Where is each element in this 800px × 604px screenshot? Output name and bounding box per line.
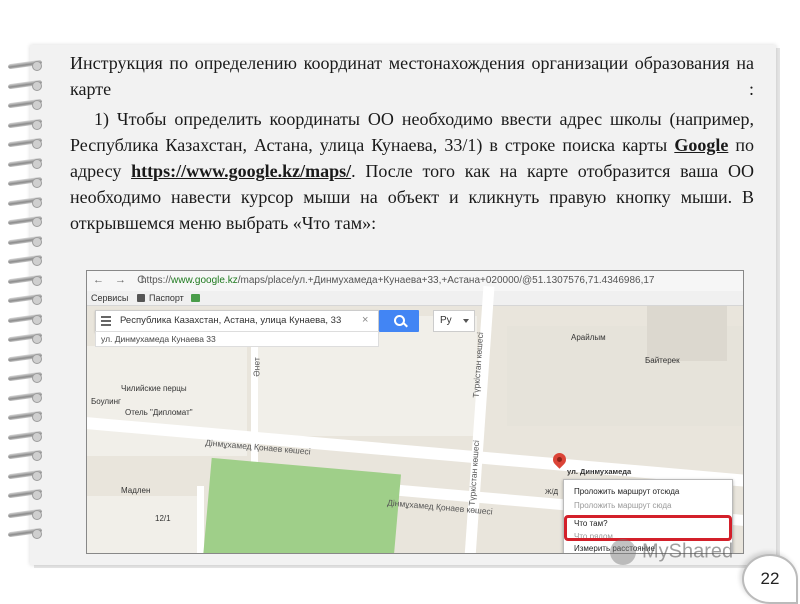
binding-ring [7,508,44,520]
url-prefix: https:// [141,275,172,286]
map-search-button[interactable] [379,310,419,332]
map-search-input[interactable]: Республика Казахстан, Астана, улица Куна… [120,315,341,326]
park-area [203,457,401,553]
binding-ring [7,235,44,247]
poi-madlen[interactable]: Мадлен [121,486,150,495]
instruction-paragraph: 1) Чтобы определить координаты ОО необхо… [70,106,754,236]
binding-ring [7,449,44,461]
poi-baiterek[interactable]: Байтерек [645,356,680,365]
address-suggestion-text: ул. Динмухамеда Кунаева 33 [101,334,216,344]
bookmarks-bar: Сервисы Паспорт [87,291,743,306]
bookmark-passport[interactable]: Паспорт [149,293,184,303]
url-path: /maps/place/ул.+Динмухамеда+Кунаева+33,+… [237,275,655,286]
building-number: 12/1 [155,514,171,523]
binding-ring [7,293,44,305]
binding-ring [7,430,44,442]
bookmark-services[interactable]: Сервисы [91,293,128,303]
hamburger-menu-icon[interactable] [101,314,111,328]
language-value: Ру [440,315,452,326]
building [647,306,727,361]
pin-label: ул. Динмухамеда [567,467,632,476]
watermark: MyShared [610,539,733,569]
binding-ring [7,469,44,481]
binding-ring [7,274,44,286]
street-label-side: Әнет [251,357,262,377]
url-text[interactable]: https://www.google.kz/maps/place/ул.+Дин… [141,275,741,286]
chevron-down-icon [463,319,469,323]
map-view[interactable]: Республика Казахстан, Астана, улица Куна… [87,285,743,553]
binding-ring [7,157,44,169]
menu-item-route-from[interactable]: Проложить маршрут отсюда [574,487,679,496]
clear-search-icon[interactable]: × [362,314,368,326]
intro-text: Инструкция по определению координат мест… [70,53,754,99]
binding-ring [7,98,44,110]
search-icon-handle [403,322,408,328]
poi-arailym[interactable]: Арайлым [571,333,606,342]
highlight-frame [564,515,732,541]
map-screenshot: ← → C https://www.google.kz/maps/place/у… [86,270,744,554]
binding-ring [7,79,44,91]
map-block [87,496,197,553]
poi-chili[interactable]: Чилийские перцы [121,384,187,393]
binding-ring [7,176,44,188]
intro-paragraph: Инструкция по определению координат мест… [70,50,754,102]
binding-ring [7,59,44,71]
binding-ring [7,196,44,208]
binding-ring [7,118,44,130]
binding-ring [7,215,44,227]
google-link[interactable]: Google [674,135,728,155]
map-search-box[interactable]: Республика Казахстан, Астана, улица Куна… [95,310,379,332]
binding-ring [7,371,44,383]
binding-ring [7,137,44,149]
binding-ring [7,391,44,403]
poi-diplomat[interactable]: Отель "Дипломат" [125,408,193,417]
binding-ring [7,332,44,344]
address-suggestion[interactable]: ул. Динмухамеда Кунаева 33 [95,331,379,347]
language-select[interactable]: Ру [433,310,475,332]
binding-ring [7,352,44,364]
binding-ring [7,527,44,539]
binding-ring [7,410,44,422]
poi-zhd: Ж/Д [545,489,559,496]
bookmark-icon [191,294,200,302]
watermark-logo-icon [610,539,636,565]
page-number: 22 [742,554,798,604]
instruction-text-1: 1) Чтобы определить координаты ОО необхо… [70,109,754,155]
watermark-text: MyShared [642,540,734,563]
spiral-binding [7,59,48,560]
menu-item-route-to[interactable]: Проложить маршрут сюда [574,501,671,510]
binding-ring [7,488,44,500]
maps-url-link[interactable]: https://www.google.kz/maps/ [131,161,351,181]
slide-text: Инструкция по определению координат мест… [70,50,754,236]
url-domain: www.google.kz [171,275,238,286]
bookmark-folder-icon [137,294,145,302]
binding-ring [7,313,44,325]
browser-address-bar: ← → C https://www.google.kz/maps/place/у… [87,271,743,292]
binding-ring [7,254,44,266]
road-minor [197,486,204,553]
poi-bowling[interactable]: Боулинг [91,397,121,406]
